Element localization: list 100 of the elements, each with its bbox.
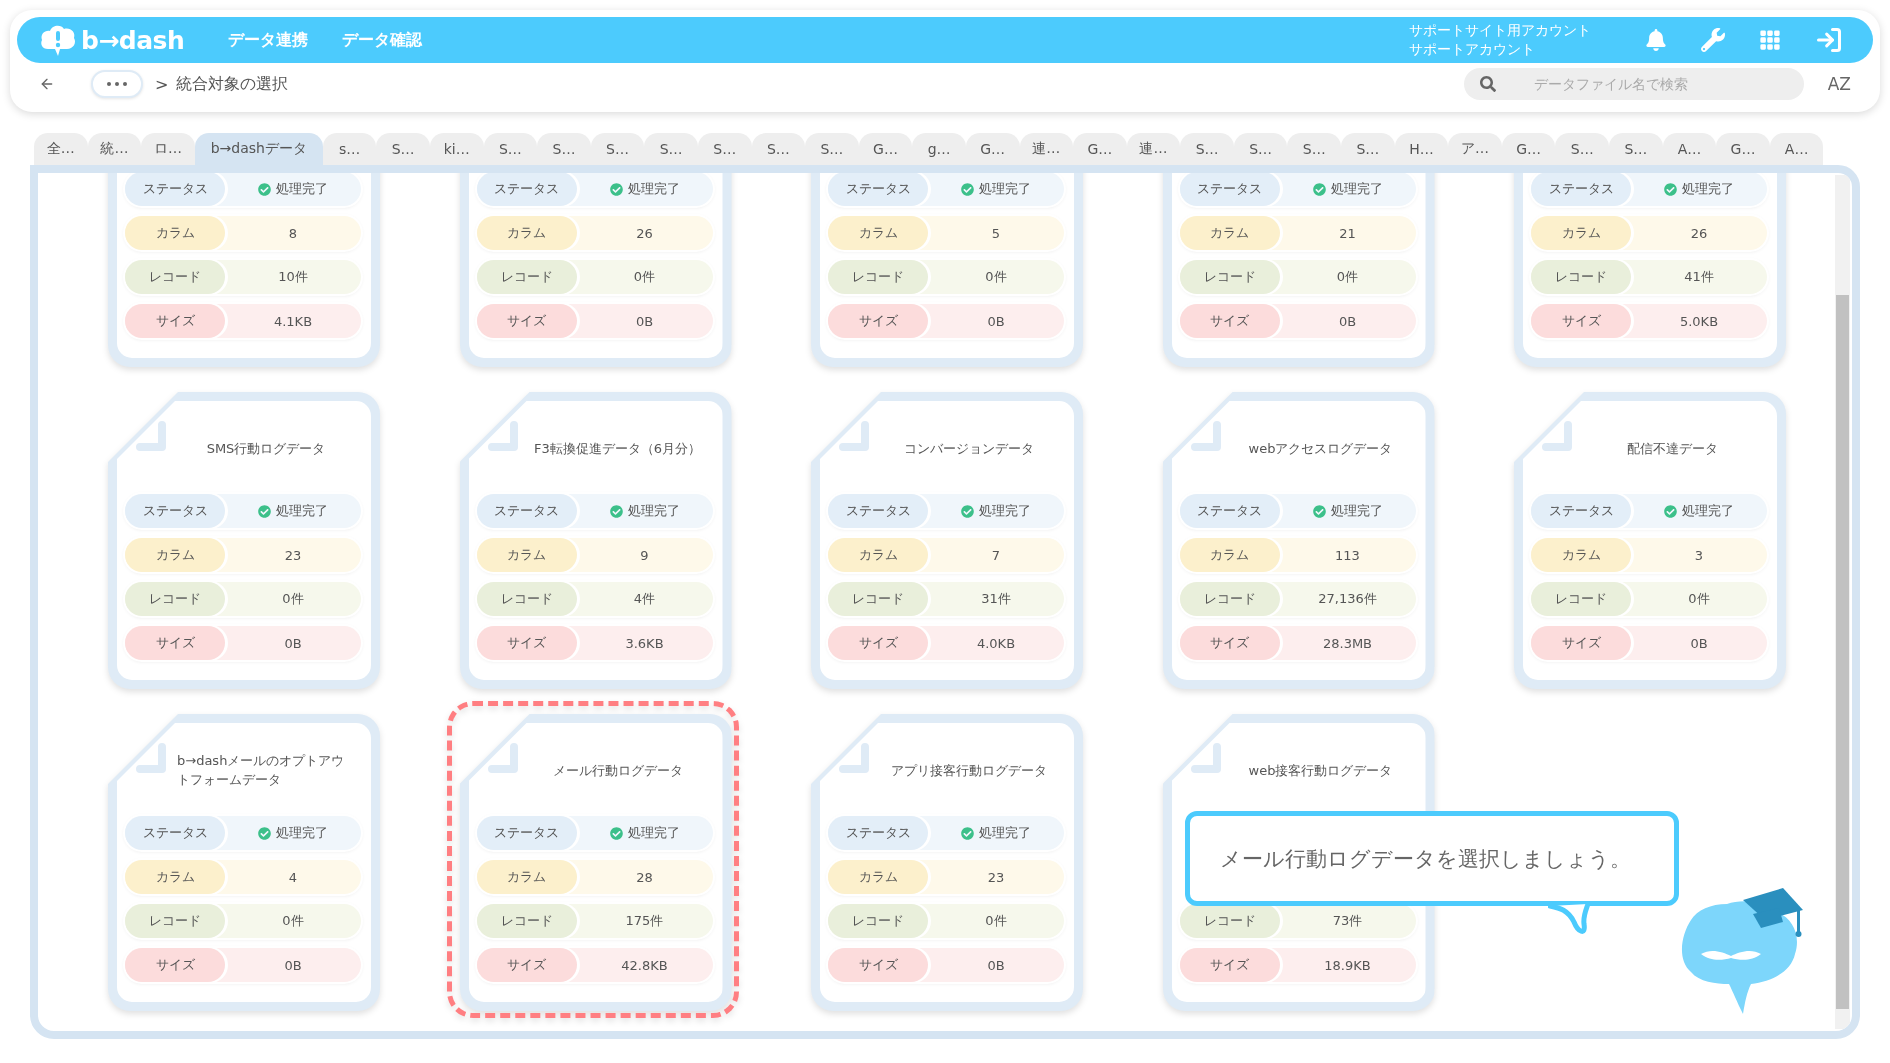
tab[interactable]: S… — [1287, 133, 1342, 165]
stat-label: カラム — [476, 216, 577, 250]
stat-label: レコード — [1531, 260, 1631, 294]
tab[interactable]: S… — [1609, 133, 1663, 165]
tab[interactable]: s… — [322, 133, 377, 165]
stat-label: サイズ — [476, 304, 577, 338]
stat-label: ステータス — [476, 816, 577, 850]
stat-label: サイズ — [1179, 304, 1280, 338]
file-card[interactable]: b→dashメールのオプトアウトフォームデータ ステータス 処理完了 カラム 4 レコード 0件 サイズ 0B — [108, 714, 380, 1011]
tab[interactable]: 連… — [1019, 133, 1074, 165]
tab[interactable]: 全… — [34, 133, 88, 165]
stat-label: ステータス — [1179, 494, 1280, 528]
tab[interactable]: S… — [805, 133, 859, 165]
tab[interactable]: 連… — [1126, 133, 1181, 165]
tab[interactable]: G… — [965, 133, 1020, 165]
more-button[interactable] — [91, 70, 143, 98]
card-title: SMS行動ログデータ — [206, 439, 326, 458]
stat-value: 3 — [1694, 547, 1704, 563]
stat-label: ステータス — [1179, 173, 1280, 206]
stat-value: 8 — [288, 225, 298, 241]
search-field[interactable]: データファイル名で検索 — [1463, 68, 1804, 100]
tab[interactable]: S… — [537, 133, 591, 165]
tab[interactable]: G… — [1073, 133, 1127, 165]
file-card[interactable]: ステータス 処理完了 カラム 8 レコード 10件 サイズ 4.1KB — [108, 173, 380, 367]
tab[interactable]: 統… — [87, 133, 142, 165]
tab[interactable]: S… — [751, 133, 806, 165]
stat-value: 9 — [640, 547, 649, 563]
check-icon — [258, 182, 271, 196]
login-icon[interactable] — [1815, 26, 1843, 54]
stat-label: ステータス — [1531, 494, 1631, 528]
stat-value: 10件 — [278, 268, 308, 286]
card-title: 配信不達データ — [1626, 439, 1718, 458]
file-card[interactable]: 配信不達データ ステータス 処理完了 カラム 3 レコード 0件 サイズ 0B — [1514, 392, 1786, 689]
folded-corner-icon — [486, 742, 521, 776]
grid-icon[interactable] — [1759, 29, 1781, 51]
stat-value: 26 — [1690, 225, 1708, 241]
check-icon — [1664, 182, 1677, 196]
tab[interactable]: S… — [644, 133, 698, 165]
tab[interactable]: S… — [1341, 133, 1395, 165]
tab[interactable]: ア… — [1448, 133, 1502, 165]
tab[interactable]: G… — [1501, 133, 1556, 165]
stat-label: レコード — [1179, 582, 1280, 616]
check-icon — [1312, 182, 1326, 196]
file-card[interactable]: コンバージョンデータ ステータス 処理完了 カラム 7 レコード 31件 サイズ 4.0KB — [811, 392, 1083, 689]
stat-value: 0件 — [985, 268, 1007, 286]
tab[interactable]: A… — [1662, 133, 1717, 165]
stat-label: サイズ — [828, 948, 928, 982]
file-card[interactable]: ステータス 処理完了 カラム 26 レコード 41件 サイズ 5.0KB — [1514, 173, 1786, 367]
stat-label: サイズ — [476, 948, 577, 982]
tab[interactable]: S… — [1233, 133, 1288, 165]
tab[interactable]: S… — [483, 133, 538, 165]
stat-label: レコード — [1179, 260, 1280, 294]
stat-value: 処理完了 — [1330, 502, 1383, 520]
stat-value: 18.9KB — [1324, 957, 1371, 973]
file-card[interactable]: ステータス 処理完了 カラム 21 レコード 0件 サイズ 0B — [1162, 173, 1435, 367]
stat-label: レコード — [828, 582, 928, 616]
bell-icon[interactable] — [1645, 29, 1667, 51]
stat-label: カラム — [828, 860, 928, 894]
sort-button[interactable]: AZ — [1823, 74, 1855, 94]
tab[interactable]: ロ… — [141, 133, 195, 165]
stat-label: サイズ — [1531, 626, 1631, 660]
tab[interactable]: g… — [912, 133, 966, 165]
folded-corner-icon — [1189, 742, 1224, 776]
tab[interactable]: A… — [1769, 133, 1824, 165]
stat-label: ステータス — [828, 494, 928, 528]
stat-value: 4 — [288, 869, 298, 885]
folded-corner-icon — [135, 420, 169, 454]
stat-value: 28.3MB — [1322, 635, 1373, 651]
tab[interactable]: G… — [1716, 133, 1770, 165]
tab[interactable]: b→dashデータ — [194, 133, 323, 165]
card-title: メール行動ログデータ — [552, 761, 683, 780]
file-card[interactable]: F3転換促進データ（6月分） ステータス 処理完了 カラム 9 レコード 4件 サイズ 3.6KB — [459, 392, 732, 689]
card-title: web接客行動ログデータ — [1248, 761, 1393, 780]
stat-label: サイズ — [1179, 626, 1280, 660]
stat-label: レコード — [828, 260, 928, 294]
stat-value: 113 — [1335, 547, 1360, 563]
tab[interactable]: G… — [858, 133, 913, 165]
file-card[interactable]: ステータス 処理完了 カラム 26 レコード 0件 サイズ 0B — [459, 173, 732, 367]
file-card[interactable]: メール行動ログデータ ステータス 処理完了 カラム 28 レコード 175件 サイズ 42.8KB — [459, 714, 732, 1011]
stat-label: ステータス — [125, 173, 225, 206]
stat-value: 73件 — [1332, 912, 1363, 930]
file-card[interactable]: アプリ接客行動ログデータ ステータス 処理完了 カラム 23 レコード 0件 サイズ 0B — [811, 714, 1083, 1011]
stat-value: 31件 — [981, 590, 1011, 608]
wrench-icon[interactable] — [1701, 28, 1725, 52]
scrollbar[interactable] — [1835, 175, 1850, 1029]
tab[interactable]: S… — [376, 133, 430, 165]
tab[interactable]: H… — [1394, 133, 1449, 165]
file-card[interactable]: webアクセスログデータ ステータス 処理完了 カラム 113 レコード 27,136件 サイズ 28.3MB — [1162, 392, 1435, 689]
file-card[interactable]: SMS行動ログデータ ステータス 処理完了 カラム 23 レコード 0件 サイズ 0B — [108, 392, 380, 689]
stat-value: 0B — [284, 957, 302, 973]
tab[interactable]: S… — [590, 133, 645, 165]
stat-value: 4.0KB — [976, 635, 1016, 651]
tab[interactable]: ki… — [429, 133, 484, 165]
tab[interactable]: S… — [1555, 133, 1610, 165]
tab[interactable]: S… — [697, 133, 752, 165]
file-card[interactable]: ステータス 処理完了 カラム 5 レコード 0件 サイズ 0B — [811, 173, 1083, 367]
stat-label: レコード — [1531, 582, 1631, 616]
folded-corner-icon — [838, 742, 872, 776]
tab[interactable]: S… — [1180, 133, 1234, 165]
stat-value: 処理完了 — [1682, 502, 1734, 520]
